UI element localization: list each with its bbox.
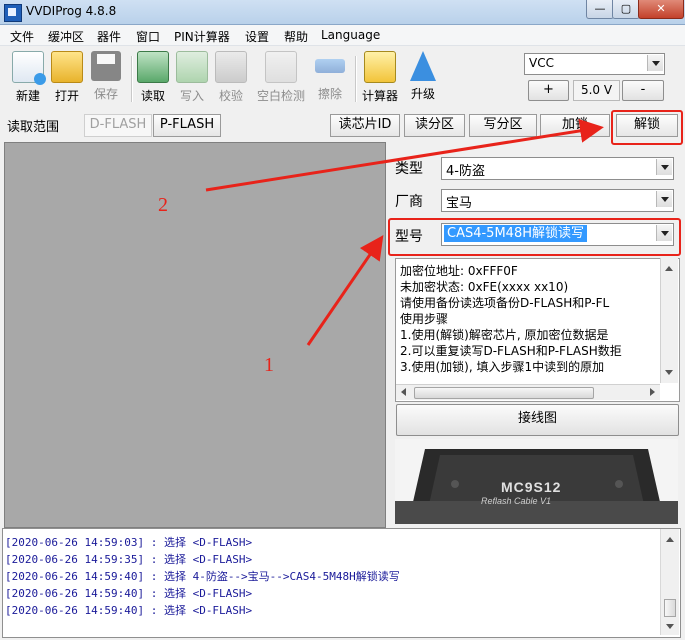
window-title: VVDIProg 4.8.8: [26, 4, 117, 18]
log-line: [2020-06-26 14:59:03] : 选择 <D-FLASH>: [5, 536, 253, 549]
voltage-minus-button[interactable]: -: [622, 80, 664, 101]
read-button[interactable]: 读取: [131, 51, 175, 104]
read-range-label: 读取范围: [7, 120, 60, 135]
chevron-down-icon: [647, 55, 663, 71]
menu-device[interactable]: 器件: [97, 28, 121, 45]
vcc-select[interactable]: VCC: [524, 53, 665, 75]
verify-button[interactable]: 校验: [209, 51, 253, 104]
lock-button[interactable]: 加锁: [540, 114, 610, 137]
chevron-down-icon: [656, 159, 672, 175]
annotation-step-2: 2: [158, 194, 168, 216]
upgrade-button[interactable]: 升级: [401, 51, 445, 102]
chip-subtitle: Reflash Cable V1: [481, 496, 552, 506]
maker-select[interactable]: 宝马: [441, 189, 674, 212]
maximize-button[interactable]: ▢: [612, 0, 640, 19]
scroll-thumb[interactable]: [664, 599, 676, 617]
scroll-down-icon[interactable]: [665, 370, 673, 375]
buffer-view[interactable]: [4, 142, 386, 528]
chip-title: MC9S12: [501, 479, 562, 495]
menu-file[interactable]: 文件: [10, 28, 34, 45]
log-line: [2020-06-26 14:59:40] : 选择 <D-FLASH>: [5, 587, 253, 600]
annotation-box-unlock: [611, 110, 683, 145]
dflash-toggle[interactable]: D-FLASH: [84, 114, 152, 137]
wiring-diagram-button[interactable]: 接线图: [396, 404, 679, 436]
pflash-toggle[interactable]: P-FLASH: [153, 114, 221, 137]
minimize-button[interactable]: —: [586, 0, 614, 19]
log-line: [2020-06-26 14:59:35] : 选择 <D-FLASH>: [5, 553, 253, 566]
close-button[interactable]: ✕: [638, 0, 684, 19]
voltage-plus-button[interactable]: +: [528, 80, 569, 101]
app-icon: [4, 4, 22, 22]
menu-settings[interactable]: 设置: [245, 28, 269, 45]
voltage-value: 5.0 V: [573, 80, 620, 101]
chip-verify-icon: [215, 51, 247, 83]
new-button[interactable]: 新建: [6, 51, 50, 104]
mc9s12-cable-image: MC9S12 Reflash Cable V1: [395, 439, 678, 524]
folder-icon: [51, 51, 83, 83]
calculator-icon: [364, 51, 396, 83]
toolbar-separator: [355, 56, 357, 102]
log-vertical-scrollbar[interactable]: [660, 529, 679, 635]
floppy-disk-icon: [91, 51, 121, 81]
info-horizontal-scrollbar[interactable]: [396, 384, 660, 400]
chip-write-icon: [176, 51, 208, 83]
blank-check-button[interactable]: 空白检测: [254, 51, 308, 104]
scroll-up-icon[interactable]: [666, 537, 674, 542]
menu-pin-calculator[interactable]: PIN计算器: [174, 28, 230, 45]
erase-button[interactable]: 擦除: [308, 51, 352, 102]
action-bar: 读取范围 D-FLASH P-FLASH 读芯片ID 读分区 写分区 加锁 解锁: [0, 109, 685, 141]
scroll-up-icon[interactable]: [665, 266, 673, 271]
title-bar[interactable]: VVDIProg 4.8.8 — ▢ ✕: [0, 0, 685, 25]
arrow-up-icon: [410, 51, 436, 81]
log-panel[interactable]: [2020-06-26 14:59:03] : 选择 <D-FLASH> [20…: [2, 528, 681, 638]
menu-language[interactable]: Language: [321, 28, 380, 42]
open-button[interactable]: 打开: [45, 51, 89, 104]
read-chip-id-button[interactable]: 读芯片ID: [330, 114, 400, 137]
scroll-right-icon[interactable]: [650, 388, 655, 396]
write-partition-button[interactable]: 写分区: [469, 114, 537, 137]
new-file-icon: [12, 51, 46, 85]
type-label: 类型: [395, 161, 423, 177]
toolbar: 新建 打开 保存 读取 写入 校验 空白检测 擦除 计算器 升级 VCC + 5…: [0, 46, 685, 108]
menu-help[interactable]: 帮助: [284, 28, 308, 45]
save-button[interactable]: 保存: [84, 51, 128, 102]
log-line: [2020-06-26 14:59:40] : 选择 <D-FLASH>: [5, 604, 253, 617]
read-partition-button[interactable]: 读分区: [404, 114, 465, 137]
eraser-icon: [315, 59, 345, 73]
menu-window[interactable]: 窗口: [136, 28, 160, 45]
scroll-thumb[interactable]: [414, 387, 594, 399]
scroll-down-icon[interactable]: [666, 624, 674, 629]
chip-info-text: 加密位地址: 0xFFF0F 未加密状态: 0xFE(xxxx xx10) 请使…: [395, 258, 680, 402]
type-select[interactable]: 4-防盗: [441, 157, 674, 180]
maker-label: 厂商: [395, 194, 423, 210]
annotation-step-1: 1: [264, 354, 274, 376]
menu-bar: 文件 缓冲区 器件 窗口 PIN计算器 设置 帮助 Language: [0, 25, 685, 46]
log-line: [2020-06-26 14:59:40] : 选择 4-防盗-->宝马-->C…: [5, 570, 400, 583]
menu-buffer[interactable]: 缓冲区: [48, 28, 84, 45]
chevron-down-icon: [656, 191, 672, 207]
annotation-box-model: [388, 218, 681, 256]
calculator-button[interactable]: 计算器: [358, 51, 402, 104]
chip-read-icon: [137, 51, 169, 83]
magnifier-icon: [265, 51, 297, 83]
info-vertical-scrollbar[interactable]: [660, 258, 678, 383]
write-button[interactable]: 写入: [170, 51, 214, 104]
scroll-left-icon[interactable]: [401, 388, 406, 396]
